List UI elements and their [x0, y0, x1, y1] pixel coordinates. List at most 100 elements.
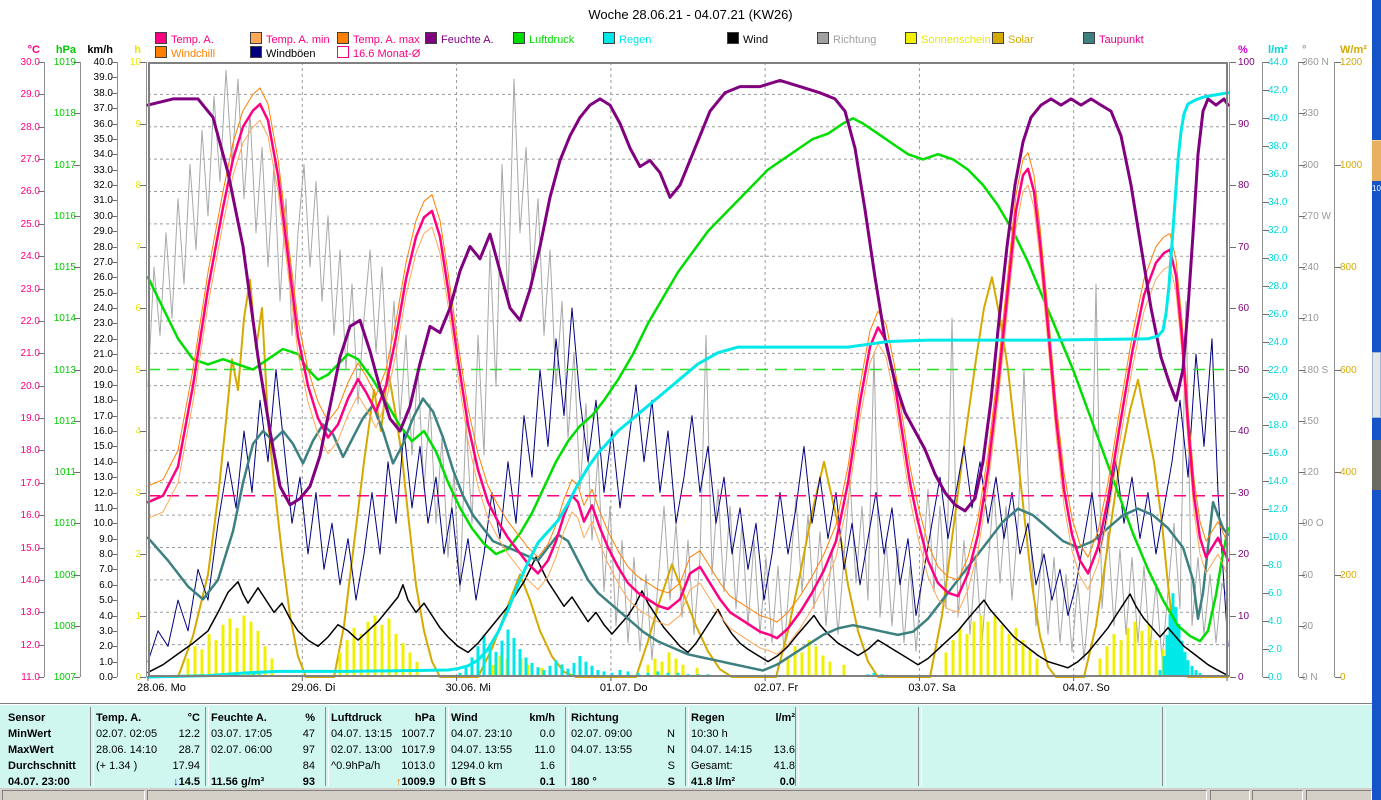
legend-label: Wind [743, 34, 769, 46]
axis-tick-mark [111, 246, 117, 248]
table-row-label: Sensor [8, 710, 88, 726]
axis-tick-mark [1299, 267, 1305, 268]
axis-tick-label: 1015 [53, 262, 76, 273]
col-header-unit: l/m² [775, 712, 795, 724]
legend-swatch-sonnenschein-icon [905, 32, 917, 44]
axis-tick-label: 330 [1302, 108, 1319, 120]
axis-tick-mark [38, 418, 44, 420]
axis-tick-label: 10 [1238, 610, 1250, 622]
axis-tick-label: 4 [135, 426, 141, 437]
axis-tick-label: 300 [1302, 159, 1319, 171]
table-row: 02.07. 02:05 12.2 [96, 726, 200, 742]
col-header-label: Regen [691, 712, 725, 724]
axis-unit-: % [1238, 44, 1248, 56]
axis-tick-label: 1013 [53, 364, 76, 376]
axis-tick-mark [1299, 318, 1305, 320]
axis-tick-label: 6.0 [1268, 588, 1282, 600]
x-axis-day-label: 30.06. Mi [445, 682, 491, 694]
axis-tick-label: 16.0 [1268, 448, 1288, 460]
bar-sonnenschein-bars [951, 640, 955, 677]
axis-tick-label: 32.0 [93, 180, 113, 191]
bar-sonnenschein-bars [1035, 658, 1039, 677]
axis-tick-label: 8.0 [99, 549, 113, 560]
axis-tick-mark [111, 446, 117, 448]
axis-tick-label: 60 [1238, 303, 1250, 314]
axis-tick-label: 18.0 [20, 445, 40, 457]
axis-tick-mark [111, 308, 117, 309]
axis-tick-label: 1019 [53, 57, 76, 68]
axis-tick-label: 5.0 [99, 595, 113, 607]
axis-tick-mark [1263, 537, 1269, 539]
axis-tick-label: 10.0 [93, 518, 113, 530]
desktop-edge[interactable]: 10 [1372, 0, 1381, 800]
axis-tick-mark [1263, 565, 1269, 567]
axis-tick-mark [38, 385, 44, 387]
axis-tick-mark [1263, 369, 1269, 371]
axis-tick-mark [111, 661, 117, 663]
axis-tick-mark [38, 482, 44, 484]
bar-regen-bars [500, 640, 504, 677]
table-row-label: Durchschnitt [8, 758, 88, 774]
bar-regen-bars [530, 663, 534, 677]
legend-swatch-windboeen-icon [250, 46, 262, 58]
axis-tick-mark [74, 318, 80, 320]
x-axis-day-label: 01.07. Do [599, 682, 648, 694]
bar-sonnenschein-bars [660, 661, 664, 677]
cell-text: Sensor [8, 712, 46, 724]
axis-tick-mark [1230, 677, 1236, 678]
bar-regen-bars [1183, 651, 1187, 677]
cell-value: 1007.7 [401, 728, 435, 740]
cell-label: (+ 1.34 ) [96, 760, 138, 772]
axis-tick-mark [1230, 308, 1236, 309]
axis-tick-mark [111, 185, 117, 186]
axis-tick-mark [111, 461, 117, 463]
axis-unit-C: °C [27, 44, 40, 56]
col-header-label: Temp. A. [96, 712, 142, 724]
table-col-header: Regen l/m² [691, 710, 795, 726]
axis-tick-label: 120 [1302, 467, 1319, 478]
table-col-regen: Regen l/m² 10:30 h 04.07. 14:15 13.6 Gesamt: 4… [691, 710, 795, 790]
table-divider [918, 707, 922, 786]
axis-tick-mark [111, 431, 117, 432]
cell-value-text: 14.5 [178, 776, 200, 788]
axis-rule [80, 62, 81, 677]
cell-value-text: 1009.9 [401, 776, 435, 788]
axis-tick-label: 4.0 [1268, 616, 1282, 628]
axis-tick-label: 37.0 [93, 103, 113, 115]
axis-tick-mark [1299, 113, 1305, 115]
axis-tick-label: 0 [1340, 672, 1346, 683]
axis-tick-label: 21.0 [93, 349, 113, 361]
legend-item-regen: Regen [603, 32, 651, 46]
bar-sonnenschein-bars [814, 646, 818, 677]
col-header-unit: % [305, 712, 315, 724]
axis-tick-label: 26.0 [1268, 308, 1288, 320]
axis-tick-label: 80 [1238, 180, 1250, 191]
image-fragment [1372, 440, 1381, 490]
axis-tick-mark [1299, 625, 1305, 627]
axis-tick-mark [74, 574, 80, 576]
axis-tick-label: 20.0 [93, 364, 113, 376]
axis-tick-mark [74, 215, 80, 217]
axis-tick-label: 60 [1302, 569, 1314, 581]
x-axis-day-label: 29.06. Di [291, 682, 336, 694]
axis-tick-label: 13.0 [93, 472, 113, 484]
axis-tick-label: 3.0 [99, 625, 113, 637]
axis-tick-label: 150 [1302, 415, 1319, 427]
axis-tick-label: 0.0 [99, 672, 113, 683]
axis-tick-label: 34.0 [93, 149, 113, 161]
bar-regen-bars [470, 657, 474, 677]
legend-item-taupunkt: Taupunkt [1083, 32, 1144, 46]
axis-tick-mark [1335, 62, 1341, 63]
legend-item-luftdruck: Luftdruck [513, 32, 574, 46]
axis-tick-mark [1299, 574, 1305, 576]
table-col-header: Feuchte A.% [211, 710, 315, 726]
axis-tick-label: 38.0 [93, 87, 113, 99]
axis-tick-label: 38.0 [1268, 140, 1288, 152]
legend-swatch-windchill-icon [155, 46, 167, 58]
bar-sonnenschein-bars [186, 658, 190, 677]
legend-item-wind: Wind [727, 32, 769, 46]
axis-tick-label: 9 [135, 118, 141, 130]
axis-tick-mark [38, 159, 44, 161]
axis-tick-mark [74, 523, 80, 525]
chart-plot[interactable] [146, 62, 1230, 681]
